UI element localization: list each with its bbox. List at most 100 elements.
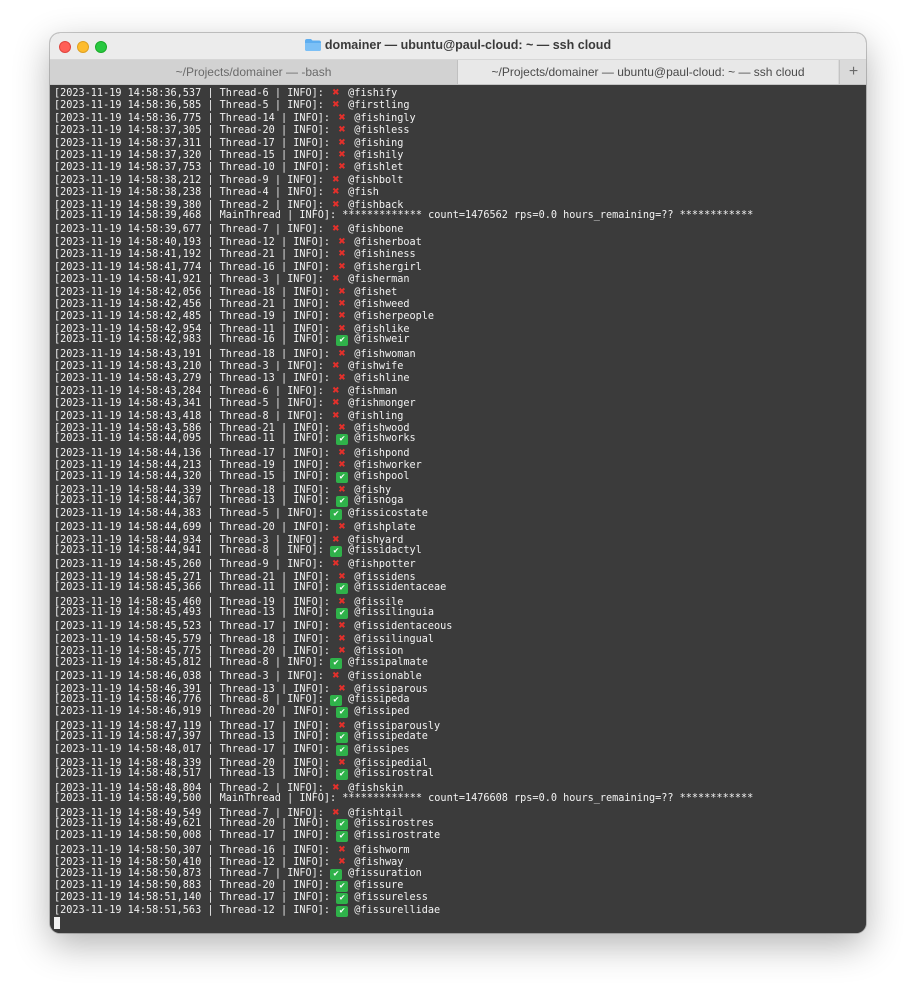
new-tab-button[interactable]: + [839, 60, 866, 84]
log-line: [2023-11-19 14:58:43,284 | Thread-6 | IN… [54, 383, 398, 397]
cross-mark-icon: ✖ [338, 160, 346, 173]
log-line: [2023-11-19 14:58:43,586 | Thread-21 | I… [54, 420, 410, 434]
cross-mark-icon: ✖ [332, 383, 340, 397]
log-line: [2023-11-19 14:58:50,410 | Thread-12 | I… [54, 855, 404, 868]
check-mark-icon: ✔ [330, 657, 343, 669]
cross-mark-icon: ✖ [338, 842, 346, 856]
log-line: [2023-11-19 14:58:46,391 | Thread-13 | I… [54, 681, 428, 694]
block-cursor [54, 917, 60, 930]
log-handle: @fishbolt [348, 174, 404, 186]
cross-mark-icon: ✖ [338, 520, 346, 533]
log-thread: Thread-15 [219, 470, 275, 482]
log-line: [2023-11-19 14:58:41,774 | Thread-16 | I… [54, 259, 422, 273]
cross-mark-icon: ✖ [332, 86, 340, 99]
log-line: [2023-11-19 14:58:44,941 | Thread-8 | IN… [54, 545, 422, 558]
log-thread: Thread-3 [219, 274, 269, 285]
log-line: [2023-11-19 14:58:42,983 | Thread-16 | I… [54, 334, 410, 347]
log-handle: @fissiped [354, 706, 410, 718]
log-timestamp: [2023-11-19 14:58:47,119 [54, 720, 202, 732]
check-mark-icon: ✔ [336, 769, 349, 781]
log-handle: @fishy [354, 485, 392, 496]
log-thread: Thread-16 [219, 261, 275, 273]
log-handle: @fissuration [348, 867, 422, 879]
log-handle: @fishworm [354, 844, 410, 856]
log-handle: @fissiparously [354, 720, 441, 732]
title-bar[interactable]: domainer — ubuntu@paul-cloud: ~ — ssh cl… [50, 33, 866, 60]
log-thread: Thread-7 [219, 224, 269, 235]
log-handle: @fishpool [354, 470, 410, 482]
log-timestamp: [2023-11-19 14:58:42,456 [54, 298, 202, 310]
log-thread: Thread-10 [219, 162, 275, 173]
terminal-output[interactable]: [2023-11-19 14:58:36,537 | Thread-6 | IN… [50, 85, 866, 933]
log-handle: @fishplate [354, 522, 416, 533]
cross-mark-icon: ✖ [338, 123, 346, 136]
log-line: [2023-11-19 14:58:45,775 | Thread-20 | I… [54, 644, 404, 657]
cross-mark-icon: ✖ [338, 445, 346, 459]
log-thread: Thread-21 [219, 249, 275, 260]
log-thread: Thread-20 [219, 522, 275, 533]
log-thread: Thread-16 [219, 334, 275, 346]
log-handle: @fishwood [354, 422, 410, 434]
check-mark-icon: ✔ [336, 905, 349, 917]
log-line: [2023-11-19 14:58:47,397 | Thread-13 | I… [54, 731, 428, 744]
log-timestamp: [2023-11-19 14:58:42,983 [54, 334, 202, 346]
cross-mark-icon: ✖ [332, 197, 340, 211]
cross-mark-icon: ✖ [338, 321, 346, 335]
log-line: [2023-11-19 14:58:45,260 | Thread-9 | IN… [54, 557, 416, 570]
log-line: [2023-11-19 14:58:37,311 | Thread-17 | I… [54, 135, 404, 149]
log-line: [2023-11-19 14:58:44,367 | Thread-13 | I… [54, 495, 404, 508]
log-handle: @fishingly [354, 112, 416, 124]
log-timestamp: [2023-11-19 14:58:45,493 [54, 607, 202, 619]
cross-mark-icon: ✖ [332, 172, 340, 186]
log-timestamp: [2023-11-19 14:58:38,238 [54, 187, 202, 198]
tab-ssh-cloud[interactable]: ~/Projects/domainer — ubuntu@paul-cloud:… [458, 60, 838, 84]
log-handle: @fisnoga [354, 495, 404, 507]
log-line: [2023-11-19 14:58:41,192 | Thread-21 | I… [54, 247, 416, 260]
log-timestamp: [2023-11-19 14:58:43,279 [54, 373, 202, 384]
cross-mark-icon: ✖ [332, 408, 340, 421]
log-thread: Thread-17 [219, 720, 275, 732]
cross-mark-icon: ✖ [338, 631, 346, 645]
log-line: [2023-11-19 14:58:38,212 | Thread-9 | IN… [54, 172, 404, 186]
log-line: [2023-11-19 14:58:45,366 | Thread-11 | I… [54, 582, 447, 595]
log-handle: @fishweir [354, 334, 410, 346]
log-line: [2023-11-19 14:58:48,517 | Thread-13 | I… [54, 768, 435, 781]
log-timestamp: [2023-11-19 14:58:38,212 [54, 174, 202, 186]
log-thread: MainThread [219, 793, 281, 805]
check-mark-icon: ✔ [330, 868, 343, 880]
log-timestamp: [2023-11-19 14:58:50,008 [54, 830, 202, 842]
log-timestamp: [2023-11-19 14:58:51,563 [54, 904, 202, 916]
check-mark-icon: ✔ [336, 608, 349, 620]
check-mark-icon: ✔ [336, 471, 349, 483]
check-mark-icon: ✔ [336, 732, 349, 744]
log-thread: Thread-6 [219, 88, 269, 99]
log-handle: @fissilinguia [354, 607, 435, 619]
log-handle: @fishweed [354, 298, 410, 310]
log-line: [2023-11-19 14:58:45,812 | Thread-8 | IN… [54, 656, 428, 669]
log-timestamp: [2023-11-19 14:58:37,311 [54, 137, 202, 149]
prompt-line[interactable] [54, 917, 866, 930]
log-handle: @fishpond [354, 447, 410, 459]
log-thread: Thread-2 [219, 199, 269, 211]
cross-mark-icon: ✖ [332, 272, 340, 285]
check-mark-icon: ✔ [330, 546, 343, 558]
tab-bash[interactable]: ~/Projects/domainer — -bash [50, 60, 458, 84]
check-mark-icon: ✔ [336, 496, 349, 508]
log-handle: @fishskin [348, 782, 404, 794]
log-handle: @fissirostrate [354, 830, 441, 842]
log-line: [2023-11-19 14:58:44,136 | Thread-17 | I… [54, 445, 410, 459]
log-thread: Thread-8 [219, 656, 269, 668]
cross-mark-icon: ✖ [338, 644, 346, 657]
log-thread: Thread-17 [219, 621, 275, 632]
log-timestamp: [2023-11-19 14:58:45,523 [54, 621, 202, 632]
log-line: [2023-11-19 14:58:46,919 | Thread-20 | I… [54, 706, 410, 719]
cross-mark-icon: ✖ [338, 234, 346, 248]
log-timestamp: [2023-11-19 14:58:44,095 [54, 433, 202, 445]
cross-mark-icon: ✖ [332, 557, 340, 570]
log-handle: @fisherboat [354, 236, 422, 248]
cross-mark-icon: ✖ [332, 98, 340, 111]
window-title-area: domainer — ubuntu@paul-cloud: ~ — ssh cl… [50, 38, 866, 54]
log-line: [2023-11-19 14:58:40,193 | Thread-12 | I… [54, 234, 422, 248]
log-handle: @fishway [354, 857, 404, 868]
log-handle: @fishlet [354, 162, 404, 173]
